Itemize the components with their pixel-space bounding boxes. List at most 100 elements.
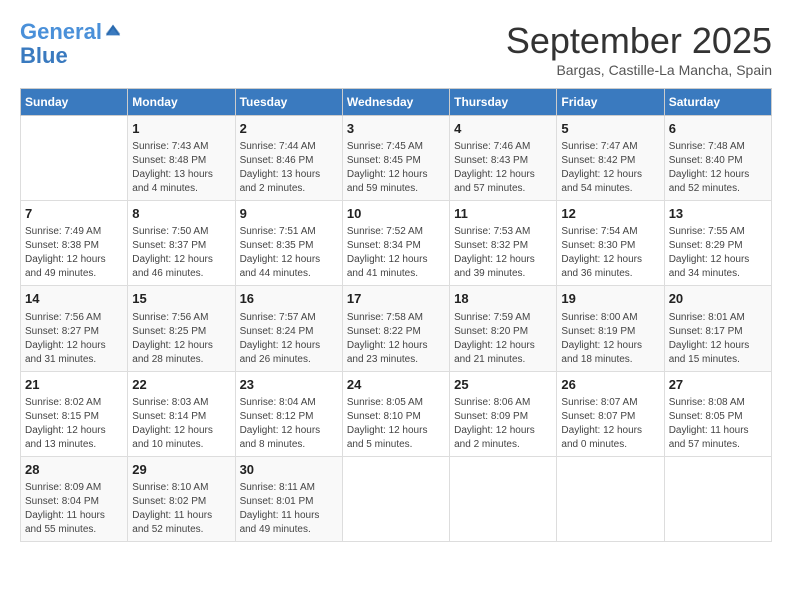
day-number: 9 [240, 205, 338, 223]
day-info: Sunrise: 7:43 AM Sunset: 8:48 PM Dayligh… [132, 140, 230, 196]
day-number: 26 [561, 376, 659, 394]
day-number: 20 [669, 290, 767, 308]
calendar-cell: 11 Sunrise: 7:53 AM Sunset: 8:32 PM Dayli… [450, 201, 557, 286]
day-info: Sunrise: 7:59 AM Sunset: 8:20 PM Dayligh… [454, 311, 552, 367]
calendar-week-row: 21Sunrise: 8:02 AM Sunset: 8:15 PM Dayli… [21, 371, 772, 456]
calendar-cell: 26 Sunrise: 8:07 AM Sunset: 8:07 PM Dayli… [557, 371, 664, 456]
day-number: 11 [454, 205, 552, 223]
calendar-cell: 2 Sunrise: 7:44 AM Sunset: 8:46 PM Daylig… [235, 116, 342, 201]
day-info: Sunrise: 7:49 AM Sunset: 8:38 PM Dayligh… [25, 225, 123, 281]
day-info: Sunrise: 7:50 AM Sunset: 8:37 PM Dayligh… [132, 225, 230, 281]
days-of-week-row: SundayMondayTuesdayWednesdayThursdayFrid… [21, 89, 772, 116]
day-info: Sunrise: 8:07 AM Sunset: 8:07 PM Dayligh… [561, 396, 659, 452]
day-info: Sunrise: 7:56 AM Sunset: 8:27 PM Dayligh… [25, 311, 123, 367]
calendar-body: 1 Sunrise: 7:43 AM Sunset: 8:48 PM Daylig… [21, 116, 772, 542]
day-info: Sunrise: 8:02 AM Sunset: 8:15 PM Dayligh… [25, 396, 123, 452]
day-of-week-header: Sunday [21, 89, 128, 116]
day-number: 29 [132, 461, 230, 479]
calendar-cell: 6 Sunrise: 7:48 AM Sunset: 8:40 PM Daylig… [664, 116, 771, 201]
day-number: 1 [132, 120, 230, 138]
calendar-table: SundayMondayTuesdayWednesdayThursdayFrid… [20, 88, 772, 542]
day-number: 12 [561, 205, 659, 223]
calendar-cell: 23Sunrise: 8:04 AM Sunset: 8:12 PM Dayli… [235, 371, 342, 456]
day-info: Sunrise: 8:04 AM Sunset: 8:12 PM Dayligh… [240, 396, 338, 452]
calendar-cell: 5Sunrise: 7:47 AM Sunset: 8:42 PM Daylig… [557, 116, 664, 201]
calendar-cell: 10Sunrise: 7:52 AM Sunset: 8:34 PM Dayli… [342, 201, 449, 286]
day-info: Sunrise: 7:53 AM Sunset: 8:32 PM Dayligh… [454, 225, 552, 281]
calendar-cell: 28 Sunrise: 8:09 AM Sunset: 8:04 PM Dayli… [21, 456, 128, 541]
calendar-cell [21, 116, 128, 201]
calendar-cell: 22Sunrise: 8:03 AM Sunset: 8:14 PM Dayli… [128, 371, 235, 456]
day-info: Sunrise: 7:51 AM Sunset: 8:35 PM Dayligh… [240, 225, 338, 281]
day-number: 13 [669, 205, 767, 223]
calendar-cell: 1 Sunrise: 7:43 AM Sunset: 8:48 PM Daylig… [128, 116, 235, 201]
calendar-cell: 30Sunrise: 8:11 AM Sunset: 8:01 PM Dayli… [235, 456, 342, 541]
calendar-cell: 14 Sunrise: 7:56 AM Sunset: 8:27 PM Dayli… [21, 286, 128, 371]
month-title: September 2025 [506, 20, 772, 62]
page-header: General Blue September 2025 Bargas, Cast… [20, 20, 772, 78]
day-info: Sunrise: 7:54 AM Sunset: 8:30 PM Dayligh… [561, 225, 659, 281]
day-info: Sunrise: 7:57 AM Sunset: 8:24 PM Dayligh… [240, 311, 338, 367]
calendar-cell: 9 Sunrise: 7:51 AM Sunset: 8:35 PM Daylig… [235, 201, 342, 286]
logo-text: General [20, 20, 102, 44]
calendar-cell: 4 Sunrise: 7:46 AM Sunset: 8:43 PM Daylig… [450, 116, 557, 201]
calendar-cell: 12 Sunrise: 7:54 AM Sunset: 8:30 PM Dayli… [557, 201, 664, 286]
day-info: Sunrise: 7:55 AM Sunset: 8:29 PM Dayligh… [669, 225, 767, 281]
day-of-week-header: Saturday [664, 89, 771, 116]
logo: General Blue [20, 20, 122, 68]
day-number: 2 [240, 120, 338, 138]
day-info: Sunrise: 8:01 AM Sunset: 8:17 PM Dayligh… [669, 311, 767, 367]
calendar-cell: 15Sunrise: 7:56 AM Sunset: 8:25 PM Dayli… [128, 286, 235, 371]
day-number: 18 [454, 290, 552, 308]
calendar-cell: 25 Sunrise: 8:06 AM Sunset: 8:09 PM Dayli… [450, 371, 557, 456]
day-number: 28 [25, 461, 123, 479]
day-number: 17 [347, 290, 445, 308]
day-info: Sunrise: 7:58 AM Sunset: 8:22 PM Dayligh… [347, 311, 445, 367]
day-number: 19 [561, 290, 659, 308]
calendar-header: SundayMondayTuesdayWednesdayThursdayFrid… [21, 89, 772, 116]
calendar-cell [557, 456, 664, 541]
day-info: Sunrise: 7:45 AM Sunset: 8:45 PM Dayligh… [347, 140, 445, 196]
day-info: Sunrise: 7:48 AM Sunset: 8:40 PM Dayligh… [669, 140, 767, 196]
day-info: Sunrise: 7:46 AM Sunset: 8:43 PM Dayligh… [454, 140, 552, 196]
day-info: Sunrise: 8:09 AM Sunset: 8:04 PM Dayligh… [25, 481, 123, 537]
day-info: Sunrise: 8:10 AM Sunset: 8:02 PM Dayligh… [132, 481, 230, 537]
day-of-week-header: Wednesday [342, 89, 449, 116]
calendar-week-row: 1 Sunrise: 7:43 AM Sunset: 8:48 PM Daylig… [21, 116, 772, 201]
day-info: Sunrise: 7:44 AM Sunset: 8:46 PM Dayligh… [240, 140, 338, 196]
day-number: 24 [347, 376, 445, 394]
calendar-cell [342, 456, 449, 541]
calendar-cell: 27 Sunrise: 8:08 AM Sunset: 8:05 PM Dayli… [664, 371, 771, 456]
logo-line2: Blue [20, 44, 122, 68]
day-number: 27 [669, 376, 767, 394]
day-number: 5 [561, 120, 659, 138]
calendar-cell: 3 Sunrise: 7:45 AM Sunset: 8:45 PM Daylig… [342, 116, 449, 201]
day-info: Sunrise: 7:56 AM Sunset: 8:25 PM Dayligh… [132, 311, 230, 367]
calendar-week-row: 28 Sunrise: 8:09 AM Sunset: 8:04 PM Dayli… [21, 456, 772, 541]
day-number: 6 [669, 120, 767, 138]
calendar-cell: 8Sunrise: 7:50 AM Sunset: 8:37 PM Daylig… [128, 201, 235, 286]
calendar-cell: 24Sunrise: 8:05 AM Sunset: 8:10 PM Dayli… [342, 371, 449, 456]
calendar-cell: 17 Sunrise: 7:58 AM Sunset: 8:22 PM Dayli… [342, 286, 449, 371]
calendar-cell: 21Sunrise: 8:02 AM Sunset: 8:15 PM Dayli… [21, 371, 128, 456]
day-number: 14 [25, 290, 123, 308]
day-info: Sunrise: 8:08 AM Sunset: 8:05 PM Dayligh… [669, 396, 767, 452]
calendar-cell: 7 Sunrise: 7:49 AM Sunset: 8:38 PM Daylig… [21, 201, 128, 286]
calendar-week-row: 7 Sunrise: 7:49 AM Sunset: 8:38 PM Daylig… [21, 201, 772, 286]
calendar-cell: 13 Sunrise: 7:55 AM Sunset: 8:29 PM Dayli… [664, 201, 771, 286]
day-number: 7 [25, 205, 123, 223]
calendar-cell [450, 456, 557, 541]
calendar-cell: 29 Sunrise: 8:10 AM Sunset: 8:02 PM Dayli… [128, 456, 235, 541]
day-of-week-header: Thursday [450, 89, 557, 116]
day-info: Sunrise: 8:06 AM Sunset: 8:09 PM Dayligh… [454, 396, 552, 452]
logo-icon [104, 21, 122, 39]
day-number: 22 [132, 376, 230, 394]
day-of-week-header: Monday [128, 89, 235, 116]
calendar-cell: 20 Sunrise: 8:01 AM Sunset: 8:17 PM Dayli… [664, 286, 771, 371]
day-number: 16 [240, 290, 338, 308]
day-number: 4 [454, 120, 552, 138]
day-number: 3 [347, 120, 445, 138]
day-number: 25 [454, 376, 552, 394]
day-info: Sunrise: 8:00 AM Sunset: 8:19 PM Dayligh… [561, 311, 659, 367]
day-info: Sunrise: 7:52 AM Sunset: 8:34 PM Dayligh… [347, 225, 445, 281]
